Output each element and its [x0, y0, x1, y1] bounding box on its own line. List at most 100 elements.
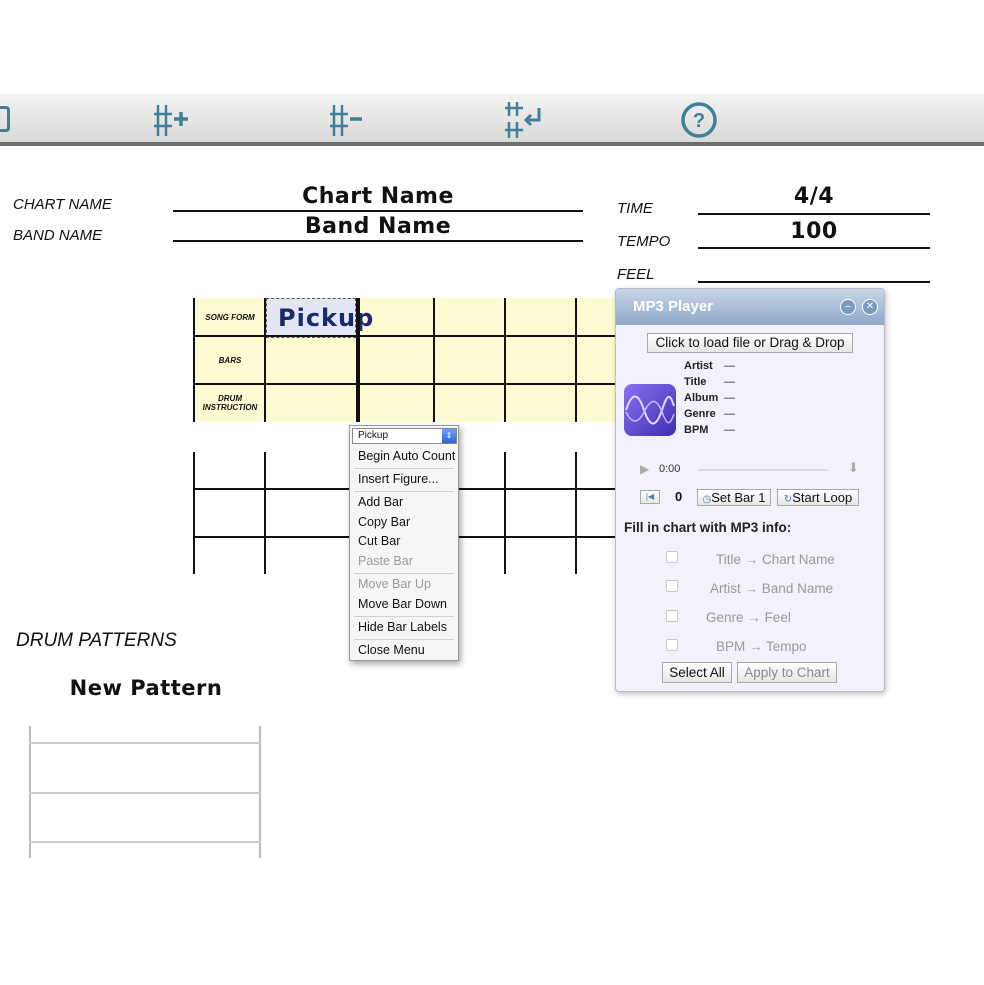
menu-close[interactable]: Close Menu	[358, 643, 425, 657]
meta-value-title: —	[724, 376, 735, 388]
map-from: Artist	[710, 581, 741, 596]
toolbar-edge-button[interactable]	[0, 106, 10, 132]
band-name-label: BAND NAME	[13, 227, 103, 244]
menu-move-bar-down[interactable]: Move Bar Down	[358, 597, 447, 611]
bar-counter: 0	[675, 489, 683, 504]
bar-return-icon	[505, 102, 541, 138]
arrow-icon: →	[749, 639, 763, 654]
load-file-button[interactable]: Click to load file or Drag & Drop	[647, 333, 853, 353]
map-to: Tempo	[766, 639, 807, 654]
map-bpm-checkbox[interactable]	[666, 639, 678, 651]
menu-cut-bar[interactable]: Cut Bar	[358, 534, 400, 548]
map-title-checkbox[interactable]	[666, 551, 678, 563]
chart-name-field[interactable]: Chart Name	[173, 184, 583, 209]
menu-insert-figure[interactable]: Insert Figure...	[358, 472, 439, 486]
remove-bar-button[interactable]	[328, 100, 368, 140]
meta-value-bpm: —	[724, 424, 735, 436]
map-genre-checkbox[interactable]	[666, 610, 678, 622]
staff-line	[29, 742, 261, 744]
play-icon[interactable]: ▶	[640, 462, 649, 476]
start-loop-button[interactable]: ↻Start Loop	[777, 489, 859, 506]
tempo-label: TEMPO	[617, 233, 671, 250]
grid-line	[504, 298, 506, 422]
map-from: Title	[716, 552, 742, 567]
grid-line	[193, 383, 623, 385]
svg-text:?: ?	[693, 110, 705, 132]
chart-name-label: CHART NAME	[13, 196, 112, 213]
mp3-player-header[interactable]: MP3 Player – ✕	[616, 289, 884, 325]
grid-line	[193, 298, 195, 422]
meta-value-genre: —	[724, 408, 735, 420]
grid-line	[356, 298, 360, 422]
select-arrow-icon: ⇕	[442, 429, 456, 443]
band-name-underline	[173, 240, 583, 242]
menu-add-bar[interactable]: Add Bar	[358, 495, 403, 509]
menu-separator	[354, 639, 454, 640]
seek-slider[interactable]	[698, 469, 828, 471]
row-label-song-form: SONG FORM	[205, 313, 255, 322]
row-label-drum-instruction: DRUM INSTRUCTION	[202, 394, 258, 412]
bar-type-select[interactable]: Pickup ⇕	[352, 428, 457, 444]
mp3-player-panel: MP3 Player – ✕ Click to load file or Dra…	[615, 288, 885, 692]
album-art	[624, 384, 676, 436]
select-all-button[interactable]: Select All	[662, 662, 732, 683]
meta-key-genre: Genre	[684, 408, 716, 420]
grid-line	[433, 298, 435, 422]
help-button[interactable]: ?	[679, 100, 719, 140]
tempo-underline	[698, 247, 930, 249]
grid-line	[264, 298, 266, 422]
map-artist-checkbox[interactable]	[666, 580, 678, 592]
map-from: Genre	[706, 610, 744, 625]
tempo-field[interactable]: 100	[698, 219, 930, 244]
map-to: Chart Name	[762, 552, 835, 567]
bar-plus-icon	[154, 105, 188, 136]
context-menu: Pickup ⇕ Begin Auto Count Insert Figure.…	[349, 425, 459, 661]
menu-separator	[354, 468, 454, 469]
menu-hide-bar-labels[interactable]: Hide Bar Labels	[358, 620, 447, 634]
fill-heading: Fill in chart with MP3 info:	[624, 520, 792, 535]
add-bar-button[interactable]	[152, 100, 192, 140]
download-icon[interactable]: ⬇	[848, 460, 859, 476]
map-bpm: BPM → Tempo	[716, 639, 807, 654]
grid-line	[575, 452, 577, 574]
menu-copy-bar[interactable]: Copy Bar	[358, 515, 410, 529]
start-loop-label: Start Loop	[792, 490, 853, 505]
map-to: Band Name	[761, 581, 834, 596]
meta-key-title: Title	[684, 376, 707, 388]
map-to: Feel	[764, 610, 791, 625]
pattern-name[interactable]: New Pattern	[40, 676, 252, 700]
apply-to-chart-button[interactable]: Apply to Chart	[737, 662, 837, 683]
arrow-icon: →	[744, 581, 759, 596]
grid-line	[504, 452, 506, 574]
set-bar-button[interactable]: ◷Set Bar 1	[697, 489, 771, 506]
time-field[interactable]: 4/4	[698, 184, 930, 209]
waveform-icon	[625, 395, 675, 425]
rewind-button[interactable]: |◀	[640, 490, 660, 504]
close-icon[interactable]: ✕	[862, 299, 878, 315]
minimize-icon[interactable]: –	[840, 299, 856, 315]
clock-icon: ◷	[702, 494, 712, 505]
meta-key-artist: Artist	[684, 360, 713, 372]
time-label: TIME	[617, 200, 653, 217]
grid-line	[264, 452, 266, 574]
staff-line	[29, 841, 261, 843]
meta-value-artist: —	[724, 360, 735, 372]
line-break-button[interactable]	[503, 100, 543, 140]
grid-line	[193, 335, 623, 337]
arrow-icon: →	[744, 552, 759, 567]
playback-time: 0:00	[659, 463, 681, 475]
feel-underline	[698, 281, 930, 283]
mp3-player-title: MP3 Player	[633, 298, 714, 315]
staff-line	[29, 792, 261, 794]
time-underline	[698, 213, 930, 215]
set-bar-label: Set Bar 1	[711, 490, 766, 505]
map-title: Title → Chart Name	[716, 552, 835, 567]
help-icon: ?	[681, 102, 717, 138]
toolbar: ?	[0, 94, 984, 146]
grid-line	[193, 452, 195, 574]
menu-begin-auto-count[interactable]: Begin Auto Count	[358, 449, 455, 463]
menu-move-bar-up: Move Bar Up	[358, 577, 431, 591]
drum-patterns-heading: DRUM PATTERNS	[16, 630, 177, 651]
map-genre: Genre → Feel	[706, 610, 791, 625]
band-name-field[interactable]: Band Name	[173, 214, 583, 239]
